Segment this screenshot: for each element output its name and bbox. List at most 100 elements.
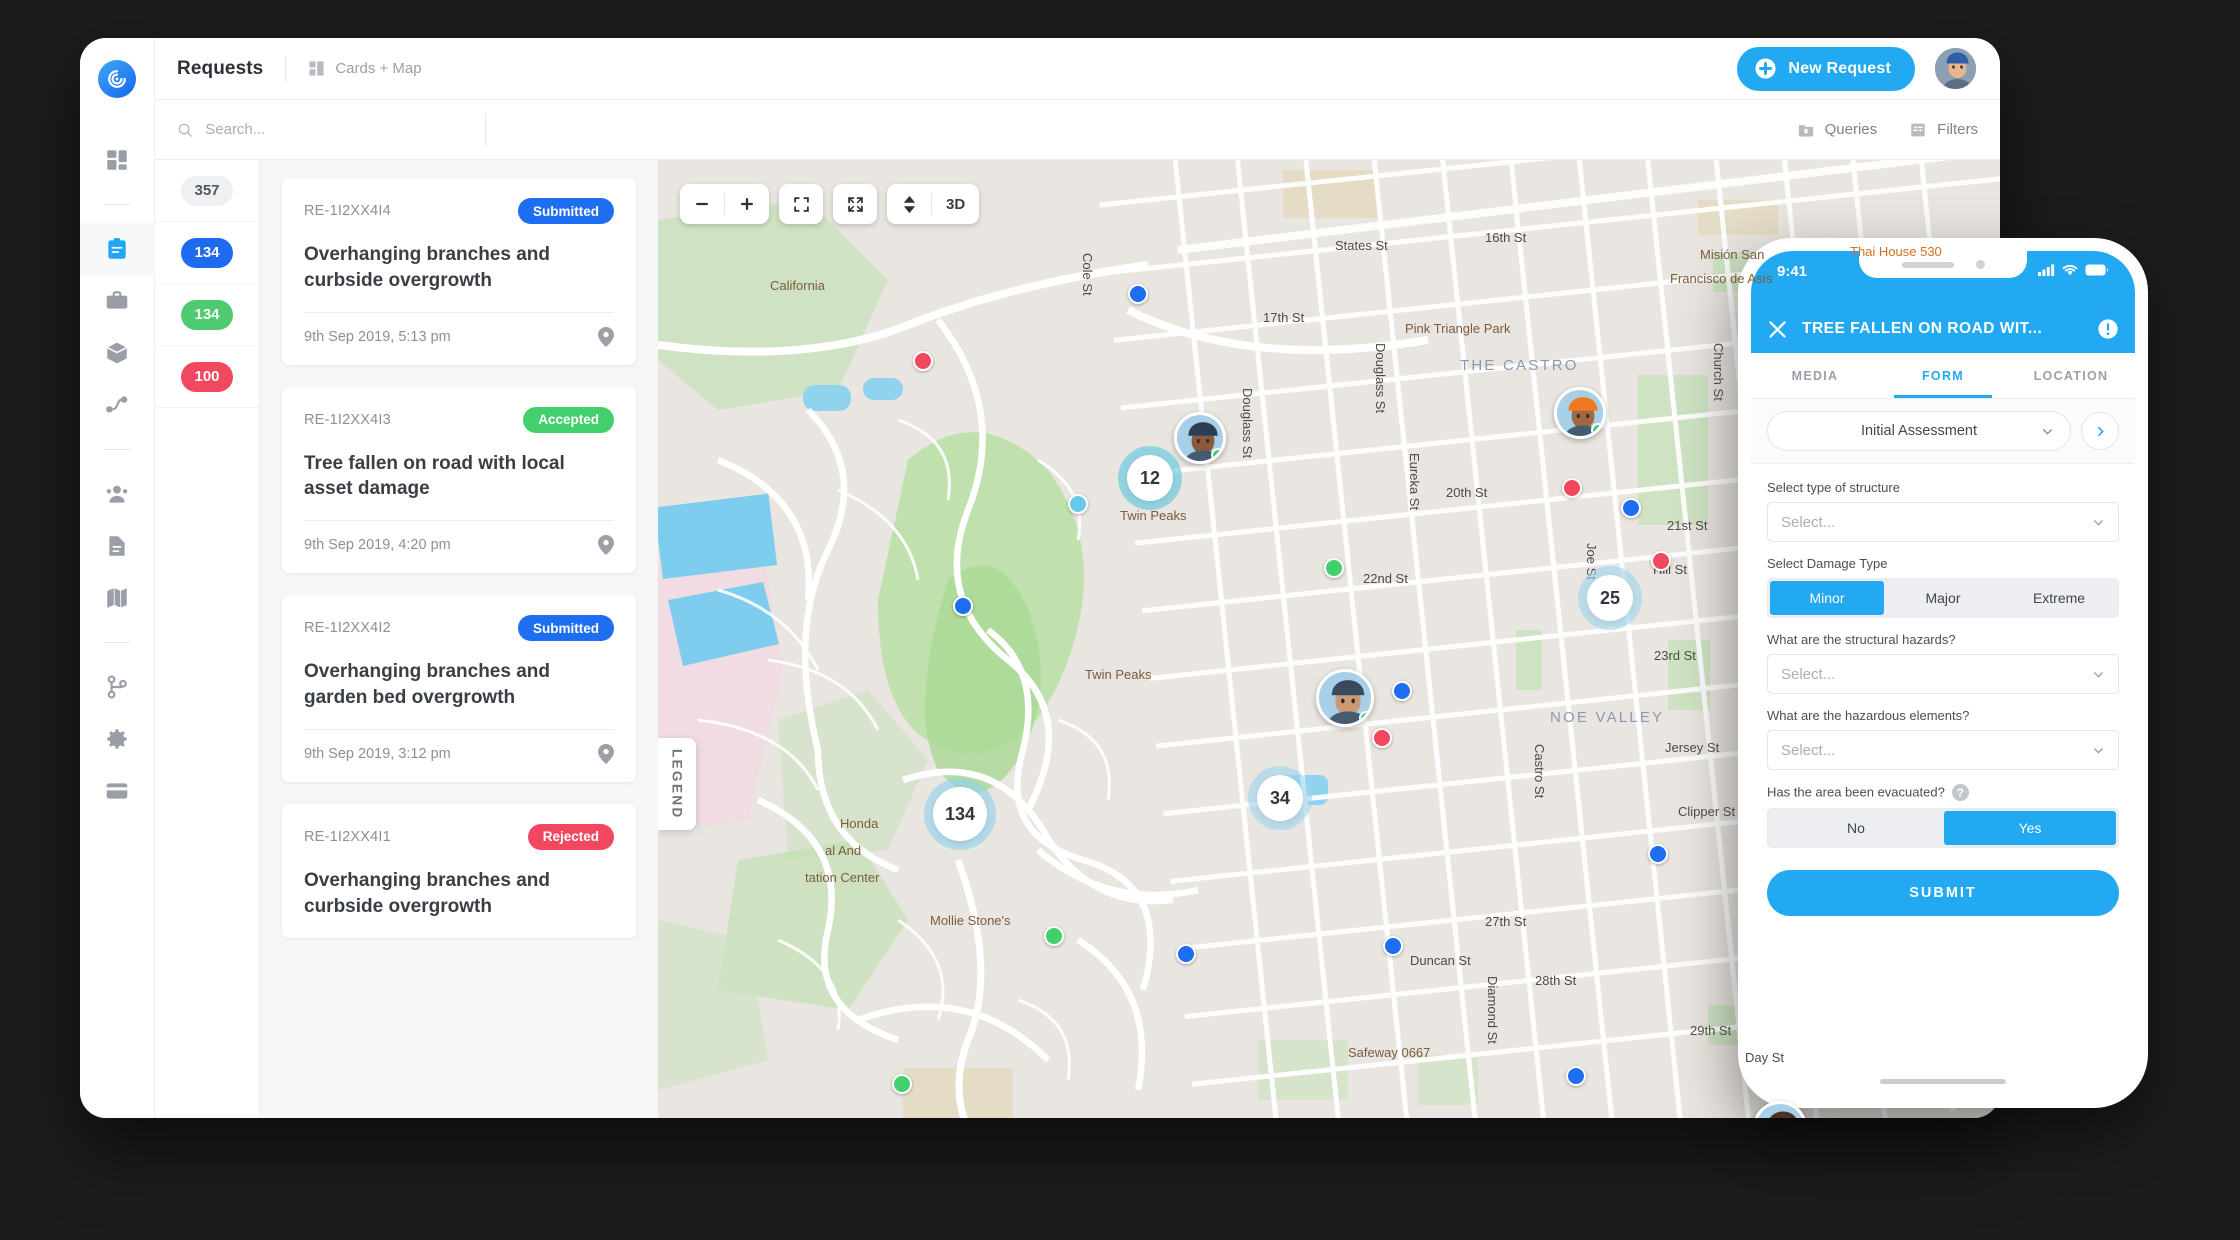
tab-form[interactable]: FORM bbox=[1879, 353, 2007, 398]
legend-label: LEGEND bbox=[669, 748, 685, 820]
segment-option[interactable]: Major bbox=[1886, 581, 2000, 615]
request-card[interactable]: RE-1I2XX4I3 Accepted Tree fallen on road w… bbox=[282, 386, 636, 574]
sidebar-item-assets[interactable] bbox=[80, 327, 155, 379]
map-label: Francisco de Asís bbox=[1670, 271, 1773, 286]
tab-location[interactable]: LOCATION bbox=[2007, 353, 2135, 398]
count-cell-rejected[interactable]: 100 bbox=[155, 346, 259, 408]
map-marker[interactable] bbox=[1392, 681, 1412, 701]
queries-button[interactable]: Queries bbox=[1797, 121, 1877, 139]
submit-button[interactable]: SUBMIT bbox=[1767, 870, 2119, 916]
zoom-in-button[interactable] bbox=[725, 184, 769, 224]
new-request-button[interactable]: New Request bbox=[1737, 46, 1915, 91]
form-select[interactable]: Select... bbox=[1767, 730, 2119, 770]
map-pin-icon[interactable] bbox=[598, 535, 614, 556]
map-label: Clipper St bbox=[1678, 804, 1736, 819]
segment-option[interactable]: Yes bbox=[1944, 811, 2116, 845]
map-pin-icon[interactable] bbox=[598, 326, 614, 347]
map-worker-avatar[interactable] bbox=[1316, 669, 1374, 727]
map-label: Mollie Stone's bbox=[930, 913, 1011, 928]
stage-next-button[interactable] bbox=[2081, 412, 2119, 450]
map-label: Joe St bbox=[1584, 543, 1599, 580]
map-marker[interactable] bbox=[1372, 728, 1392, 748]
count-cell-submitted[interactable]: 134 bbox=[155, 222, 259, 284]
search-icon bbox=[178, 123, 192, 137]
request-card[interactable]: RE-1I2XX4I4 Submitted Overhanging branches… bbox=[282, 178, 636, 365]
map-pin-icon[interactable] bbox=[598, 743, 614, 764]
form-select[interactable]: Select... bbox=[1767, 502, 2119, 542]
segment-option[interactable]: No bbox=[1770, 811, 1942, 845]
sidebar-item-teams[interactable] bbox=[80, 468, 155, 520]
three-d-button[interactable]: 3D bbox=[932, 196, 979, 213]
map-marker[interactable] bbox=[953, 596, 973, 616]
form-select[interactable]: Select... bbox=[1767, 654, 2119, 694]
tab-media[interactable]: MEDIA bbox=[1751, 353, 1879, 398]
map-marker[interactable] bbox=[1648, 844, 1668, 864]
map-marker[interactable] bbox=[1176, 944, 1196, 964]
count-cell-accepted[interactable]: 134 bbox=[155, 284, 259, 346]
sidebar-item-workflows[interactable] bbox=[80, 661, 155, 713]
sidebar-divider bbox=[104, 204, 130, 205]
sidebar-item-maps[interactable] bbox=[80, 572, 155, 624]
map-label: 23rd St bbox=[1654, 648, 1696, 663]
sidebar-item-routes[interactable] bbox=[80, 379, 155, 431]
map-cluster-marker[interactable]: 12 bbox=[1127, 455, 1173, 501]
zoom-control-group bbox=[680, 184, 769, 224]
map-cluster-marker[interactable]: 25 bbox=[1587, 575, 1633, 621]
app-logo[interactable] bbox=[98, 60, 136, 98]
request-card[interactable]: RE-1I2XX4I1 Rejected Overhanging branches … bbox=[282, 803, 636, 938]
legend-tab[interactable]: LEGEND bbox=[658, 738, 696, 830]
request-reference: RE-1I2XX4I1 bbox=[304, 828, 391, 845]
map-marker[interactable] bbox=[1044, 926, 1064, 946]
phone-screen: 9:41 TREE FALLEN ON ROAD WIT... MEDIA FO… bbox=[1751, 251, 2135, 1095]
sidebar-item-settings[interactable] bbox=[80, 713, 155, 765]
tilt-3d-group: 3D bbox=[887, 184, 980, 224]
sidebar-item-dashboard[interactable] bbox=[80, 134, 155, 186]
map-marker[interactable] bbox=[1566, 1066, 1586, 1086]
map-marker[interactable] bbox=[1383, 936, 1403, 956]
help-icon[interactable]: ? bbox=[1951, 784, 1969, 801]
user-avatar[interactable] bbox=[1933, 46, 1978, 91]
segment-option[interactable]: Minor bbox=[1770, 581, 1884, 615]
map-worker-avatar[interactable] bbox=[1554, 387, 1606, 439]
map-marker[interactable] bbox=[913, 351, 933, 371]
info-alert-icon[interactable] bbox=[2097, 318, 2119, 340]
map-cluster-marker[interactable]: 134 bbox=[933, 787, 987, 841]
stage-select[interactable]: Initial Assessment bbox=[1767, 411, 2071, 451]
close-x-icon[interactable] bbox=[1767, 319, 1788, 340]
request-card-list[interactable]: RE-1I2XX4I4 Submitted Overhanging branches… bbox=[260, 160, 658, 1118]
map-marker[interactable] bbox=[1562, 478, 1582, 498]
filters-button[interactable]: Filters bbox=[1909, 121, 1978, 139]
zoom-out-button[interactable] bbox=[680, 184, 724, 224]
map-marker[interactable] bbox=[1324, 558, 1344, 578]
map-marker[interactable] bbox=[1068, 494, 1088, 514]
sidebar-item-jobs[interactable] bbox=[80, 275, 155, 327]
segment-option[interactable]: Extreme bbox=[2002, 581, 2116, 615]
map-label: 21st St bbox=[1667, 518, 1708, 533]
map-marker[interactable] bbox=[1621, 498, 1641, 518]
search-input[interactable] bbox=[205, 121, 467, 138]
filter-bar: Queries Filters bbox=[155, 100, 2000, 160]
sidebar-nav bbox=[80, 38, 155, 1118]
request-reference: RE-1I2XX4I4 bbox=[304, 203, 391, 219]
request-card[interactable]: RE-1I2XX4I2 Submitted Overhanging branches… bbox=[282, 595, 636, 782]
map-cluster-marker[interactable]: 34 bbox=[1257, 775, 1303, 821]
search-box[interactable] bbox=[177, 121, 467, 139]
phone-stage-row: Initial Assessment bbox=[1751, 399, 2135, 464]
fit-bounds-button[interactable] bbox=[779, 184, 823, 224]
map-label: NOE VALLEY bbox=[1550, 709, 1665, 726]
card-header: RE-1I2XX4I3 Accepted bbox=[304, 406, 614, 433]
map-worker-avatar[interactable] bbox=[1174, 412, 1226, 464]
map-label: Twin Peaks bbox=[1120, 508, 1187, 523]
sidebar-item-billing[interactable] bbox=[80, 765, 155, 817]
sidebar-item-requests[interactable] bbox=[80, 223, 155, 275]
map-marker[interactable] bbox=[892, 1074, 912, 1094]
field-label: Has the area been evacuated?? bbox=[1767, 784, 2119, 801]
count-cell-total[interactable]: 357 bbox=[155, 160, 259, 222]
sidebar-item-documents[interactable] bbox=[80, 520, 155, 572]
status-badge: 100 bbox=[181, 361, 233, 392]
map-marker[interactable] bbox=[1651, 551, 1671, 571]
fullscreen-button[interactable] bbox=[833, 184, 877, 224]
tilt-button[interactable] bbox=[887, 184, 931, 224]
view-mode-selector[interactable]: Cards + Map bbox=[308, 60, 422, 77]
map-marker[interactable] bbox=[1128, 284, 1148, 304]
